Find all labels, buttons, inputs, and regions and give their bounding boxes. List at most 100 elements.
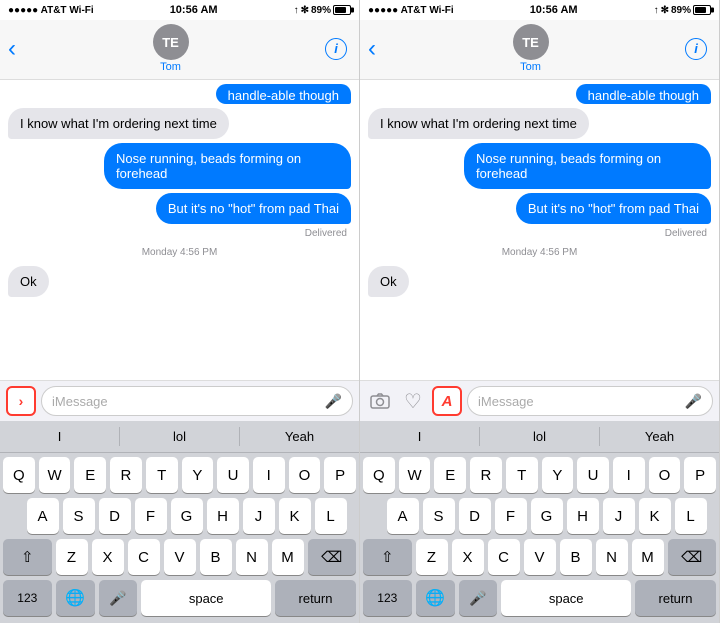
suggestion-item[interactable]: I: [0, 427, 120, 446]
keyboard-key[interactable]: F: [495, 498, 527, 534]
keyboard-key[interactable]: ⇧: [363, 539, 412, 575]
keyboard-key[interactable]: G: [171, 498, 203, 534]
keyboard-key[interactable]: V: [524, 539, 556, 575]
keyboard-key[interactable]: J: [603, 498, 635, 534]
suggestion-item[interactable]: Yeah: [240, 427, 359, 446]
keyboard-key[interactable]: S: [63, 498, 95, 534]
keyboard-key[interactable]: L: [675, 498, 707, 534]
keyboard-key[interactable]: space: [141, 580, 271, 616]
phone-panel-left: ●●●●● AT&T Wi-Fi 10:56 AM ↑ ✻ 89% ‹ TE T…: [0, 0, 360, 623]
expand-button[interactable]: ›: [6, 386, 36, 416]
wifi-label: AT&T Wi-Fi: [401, 5, 454, 16]
back-button[interactable]: ‹: [8, 35, 16, 63]
keyboard-suggestions: IlolYeah: [360, 421, 719, 453]
message-input[interactable]: iMessage 🎤: [467, 386, 713, 416]
keyboard-key[interactable]: P: [324, 457, 356, 493]
keyboard-key[interactable]: T: [146, 457, 178, 493]
keyboard-key[interactable]: Y: [182, 457, 214, 493]
keyboard-key[interactable]: ⇧: [3, 539, 52, 575]
keyboard-key[interactable]: A: [387, 498, 419, 534]
keyboard-key[interactable]: M: [632, 539, 664, 575]
battery-label: 89%: [311, 5, 331, 16]
keyboard-key[interactable]: K: [279, 498, 311, 534]
keyboard-key[interactable]: I: [253, 457, 285, 493]
keyboard-key[interactable]: X: [452, 539, 484, 575]
bubble-outgoing: But it's no "hot" from pad Thai: [156, 193, 351, 224]
delivered-status: Delivered: [368, 228, 711, 239]
signal-dots: ●●●●●: [8, 5, 38, 16]
keyboard-key[interactable]: W: [39, 457, 71, 493]
keyboard-key[interactable]: N: [236, 539, 268, 575]
suggestion-item[interactable]: Yeah: [600, 427, 719, 446]
keyboard-key[interactable]: P: [684, 457, 716, 493]
keyboard-key[interactable]: return: [275, 580, 356, 616]
keyboard-key[interactable]: B: [560, 539, 592, 575]
keyboard-key[interactable]: 123: [363, 580, 412, 616]
keyboard-key[interactable]: V: [164, 539, 196, 575]
keyboard-key[interactable]: 123: [3, 580, 52, 616]
sticker-button[interactable]: ♡: [399, 387, 427, 415]
keyboard-key[interactable]: U: [217, 457, 249, 493]
keyboard-key[interactable]: L: [315, 498, 347, 534]
info-button[interactable]: i: [325, 38, 347, 60]
keyboard-key[interactable]: H: [207, 498, 239, 534]
keyboard-key[interactable]: 🎤: [99, 580, 138, 616]
status-left: ●●●●● AT&T Wi-Fi: [8, 5, 94, 16]
bubble-row: handle-able though: [368, 84, 711, 104]
keyboard-key[interactable]: S: [423, 498, 455, 534]
keyboard-key[interactable]: Q: [3, 457, 35, 493]
status-bar: ●●●●● AT&T Wi-Fi 10:56 AM ↑ ✻ 89%: [0, 0, 359, 20]
keyboard-key[interactable]: ⌫: [668, 539, 717, 575]
keyboard-key[interactable]: K: [639, 498, 671, 534]
keyboard-key[interactable]: 🎤: [459, 580, 498, 616]
keyboard-key[interactable]: H: [567, 498, 599, 534]
battery-label: 89%: [671, 5, 691, 16]
keyboard-key[interactable]: A: [27, 498, 59, 534]
delivered-status: Delivered: [8, 228, 351, 239]
suggestion-item[interactable]: I: [360, 427, 480, 446]
keyboard-key[interactable]: Z: [416, 539, 448, 575]
keyboard-key[interactable]: E: [74, 457, 106, 493]
keyboard-key[interactable]: Z: [56, 539, 88, 575]
keyboard-key[interactable]: 🌐: [416, 580, 455, 616]
keyboard-key[interactable]: Q: [363, 457, 395, 493]
keyboard-key[interactable]: ⌫: [308, 539, 357, 575]
keyboard-key[interactable]: D: [99, 498, 131, 534]
keyboard-key[interactable]: J: [243, 498, 275, 534]
keyboard-key[interactable]: return: [635, 580, 716, 616]
suggestion-item[interactable]: lol: [480, 427, 600, 446]
keyboard-key[interactable]: N: [596, 539, 628, 575]
keyboard-key[interactable]: Y: [542, 457, 574, 493]
keyboard-key[interactable]: O: [289, 457, 321, 493]
keyboard-key[interactable]: B: [200, 539, 232, 575]
keyboard-key[interactable]: R: [110, 457, 142, 493]
keyboard-key[interactable]: G: [531, 498, 563, 534]
keyboard-key[interactable]: T: [506, 457, 538, 493]
keyboard-key[interactable]: E: [434, 457, 466, 493]
mic-icon[interactable]: 🎤: [685, 393, 702, 410]
back-button[interactable]: ‹: [368, 35, 376, 63]
keyboard-key[interactable]: 🌐: [56, 580, 95, 616]
keyboard-key[interactable]: C: [128, 539, 160, 575]
suggestion-item[interactable]: lol: [120, 427, 240, 446]
keyboard-key[interactable]: space: [501, 580, 631, 616]
keyboard-key[interactable]: O: [649, 457, 681, 493]
key-row: QWERTYUIOP: [3, 457, 356, 493]
message-input[interactable]: iMessage 🎤: [41, 386, 353, 416]
camera-button[interactable]: [366, 387, 394, 415]
info-button[interactable]: i: [685, 38, 707, 60]
expand-button[interactable]: A: [432, 386, 462, 416]
bubble-incoming: I know what I'm ordering next time: [368, 108, 589, 139]
mic-icon[interactable]: 🎤: [325, 393, 342, 410]
keyboard-key[interactable]: D: [459, 498, 491, 534]
keyboard-key[interactable]: W: [399, 457, 431, 493]
keyboard-key[interactable]: C: [488, 539, 520, 575]
input-area: › iMessage 🎤: [0, 380, 359, 421]
keyboard-key[interactable]: M: [272, 539, 304, 575]
keyboard-key[interactable]: F: [135, 498, 167, 534]
keyboard-key[interactable]: I: [613, 457, 645, 493]
key-row: ⇧ZXCVBNM⌫: [3, 539, 356, 575]
keyboard-key[interactable]: R: [470, 457, 502, 493]
keyboard-key[interactable]: U: [577, 457, 609, 493]
keyboard-key[interactable]: X: [92, 539, 124, 575]
